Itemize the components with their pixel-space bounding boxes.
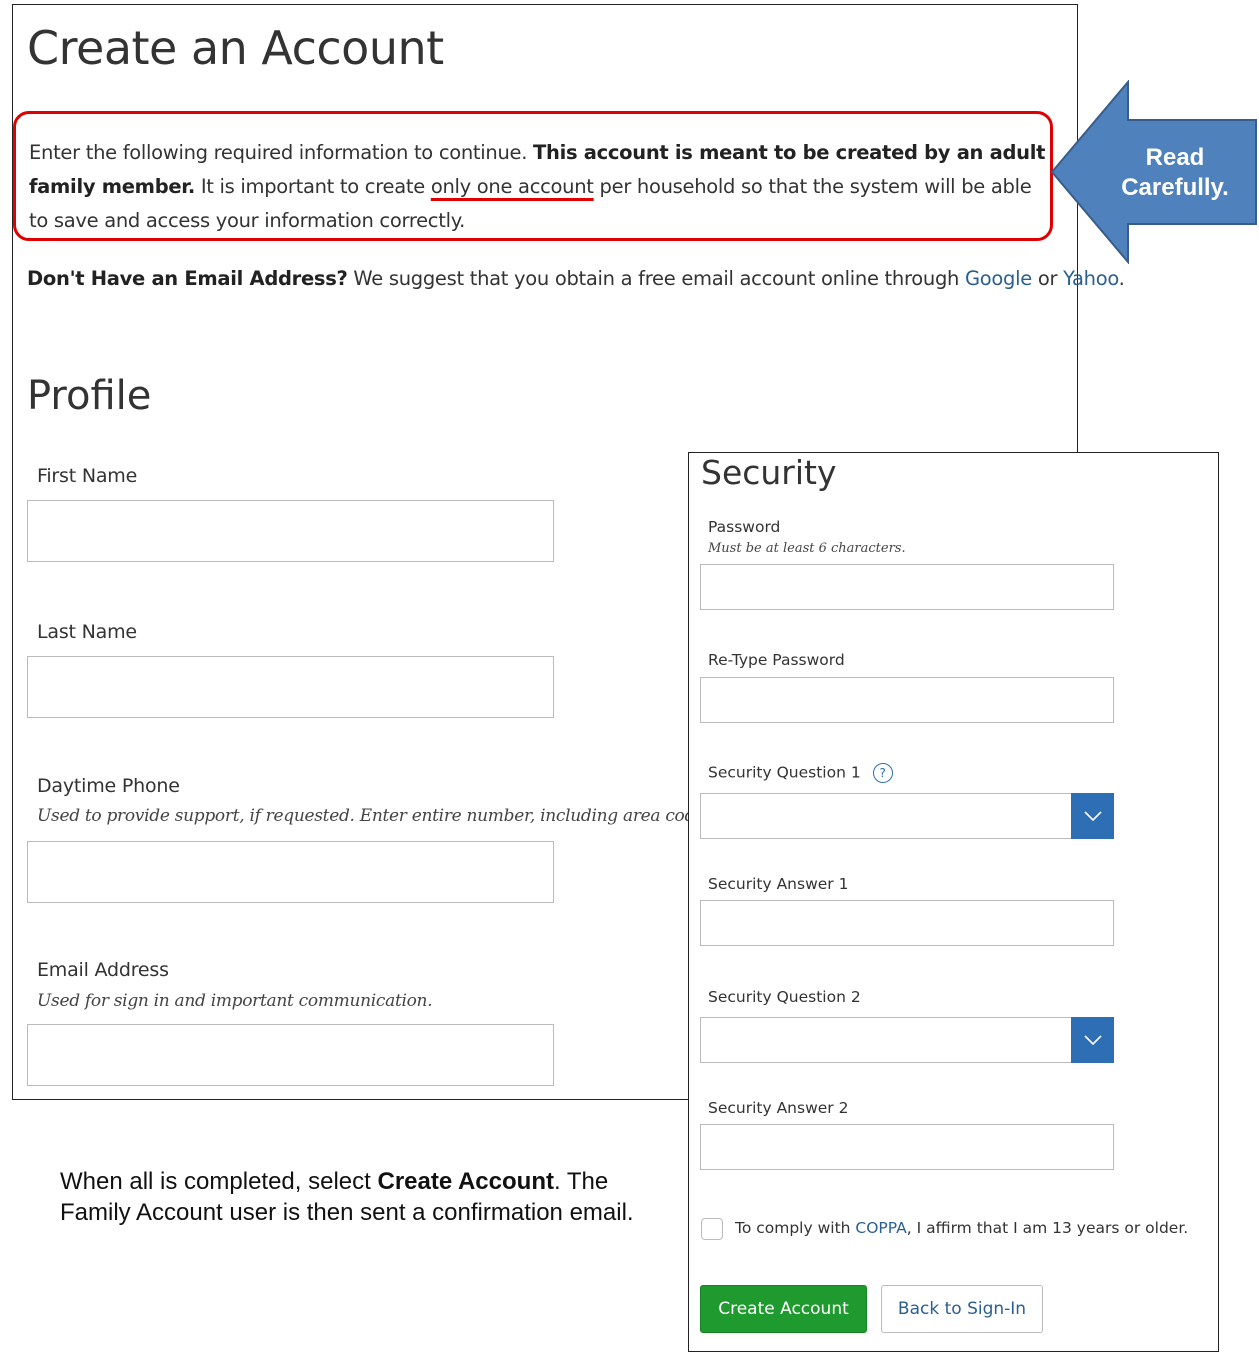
security-answer-2-label: Security Answer 2 [708,1099,849,1117]
period-text: . [1118,267,1125,290]
security-panel: Security Password Must be at least 6 cha… [688,452,1219,1352]
password-label: Password [708,518,781,536]
intro-text-1: Enter the following required information… [29,141,534,164]
security-answer-1-input[interactable] [700,900,1114,946]
instructions-bold: Create Account [377,1168,554,1195]
retype-password-input[interactable] [700,677,1114,723]
last-name-label: Last Name [37,621,137,643]
coppa-pre: To comply with [735,1219,856,1237]
chevron-down-icon[interactable] [1071,1017,1114,1063]
no-email-notice: Don't Have an Email Address? We suggest … [27,267,1125,290]
no-email-bold: Don't Have an Email Address? [27,267,348,290]
coppa-link[interactable]: COPPA [855,1219,906,1237]
coppa-statement: To comply with COPPA, I affirm that I am… [735,1219,1188,1237]
back-to-sign-in-button[interactable]: Back to Sign-In [881,1285,1043,1333]
phone-label: Daytime Phone [37,775,180,797]
email-input[interactable] [27,1024,554,1086]
last-name-input[interactable] [27,656,554,718]
chevron-down-icon[interactable] [1071,793,1114,839]
google-link[interactable]: Google [965,267,1032,290]
coppa-post: , I affirm that I am 13 years or older. [906,1219,1189,1237]
email-label: Email Address [37,959,169,981]
security-question-1-label: Security Question 1? [708,763,893,783]
create-account-button[interactable]: Create Account [700,1285,867,1333]
instructions-text: When all is completed, select Create Acc… [60,1166,660,1228]
yahoo-link[interactable]: Yahoo [1063,267,1119,290]
profile-title: Profile [27,373,152,419]
security-question-1-select[interactable] [700,793,1114,839]
help-icon[interactable]: ? [872,763,893,783]
security-question-1-text: Security Question 1 [708,763,861,782]
password-input[interactable] [700,564,1114,610]
callout-line-1: Read [1145,144,1205,171]
security-answer-2-input[interactable] [700,1124,1114,1170]
security-answer-1-label: Security Answer 1 [708,875,849,893]
security-question-2-select[interactable] [700,1017,1114,1063]
coppa-checkbox[interactable] [701,1218,723,1240]
intro-notice: Enter the following required information… [13,111,1053,241]
or-text: or [1031,267,1064,290]
intro-text-2: It is important to create [194,175,431,198]
intro-underlined: only one account [430,175,594,198]
security-title: Security [701,453,837,492]
email-help: Used for sign in and important communica… [37,991,433,1011]
retype-password-label: Re-Type Password [708,651,845,669]
first-name-input[interactable] [27,500,554,562]
phone-help: Used to provide support, if requested. E… [37,806,710,826]
instructions-part-1: When all is completed, select [60,1168,378,1195]
read-carefully-callout: Read Carefully. [1100,143,1250,203]
no-email-text: We suggest that you obtain a free email … [347,267,965,290]
callout-line-2: Carefully. [1121,174,1229,201]
first-name-label: First Name [37,465,138,487]
phone-input[interactable] [27,841,554,903]
page-title: Create an Account [27,21,444,75]
security-question-2-label: Security Question 2 [708,988,861,1006]
password-help: Must be at least 6 characters. [708,541,906,556]
